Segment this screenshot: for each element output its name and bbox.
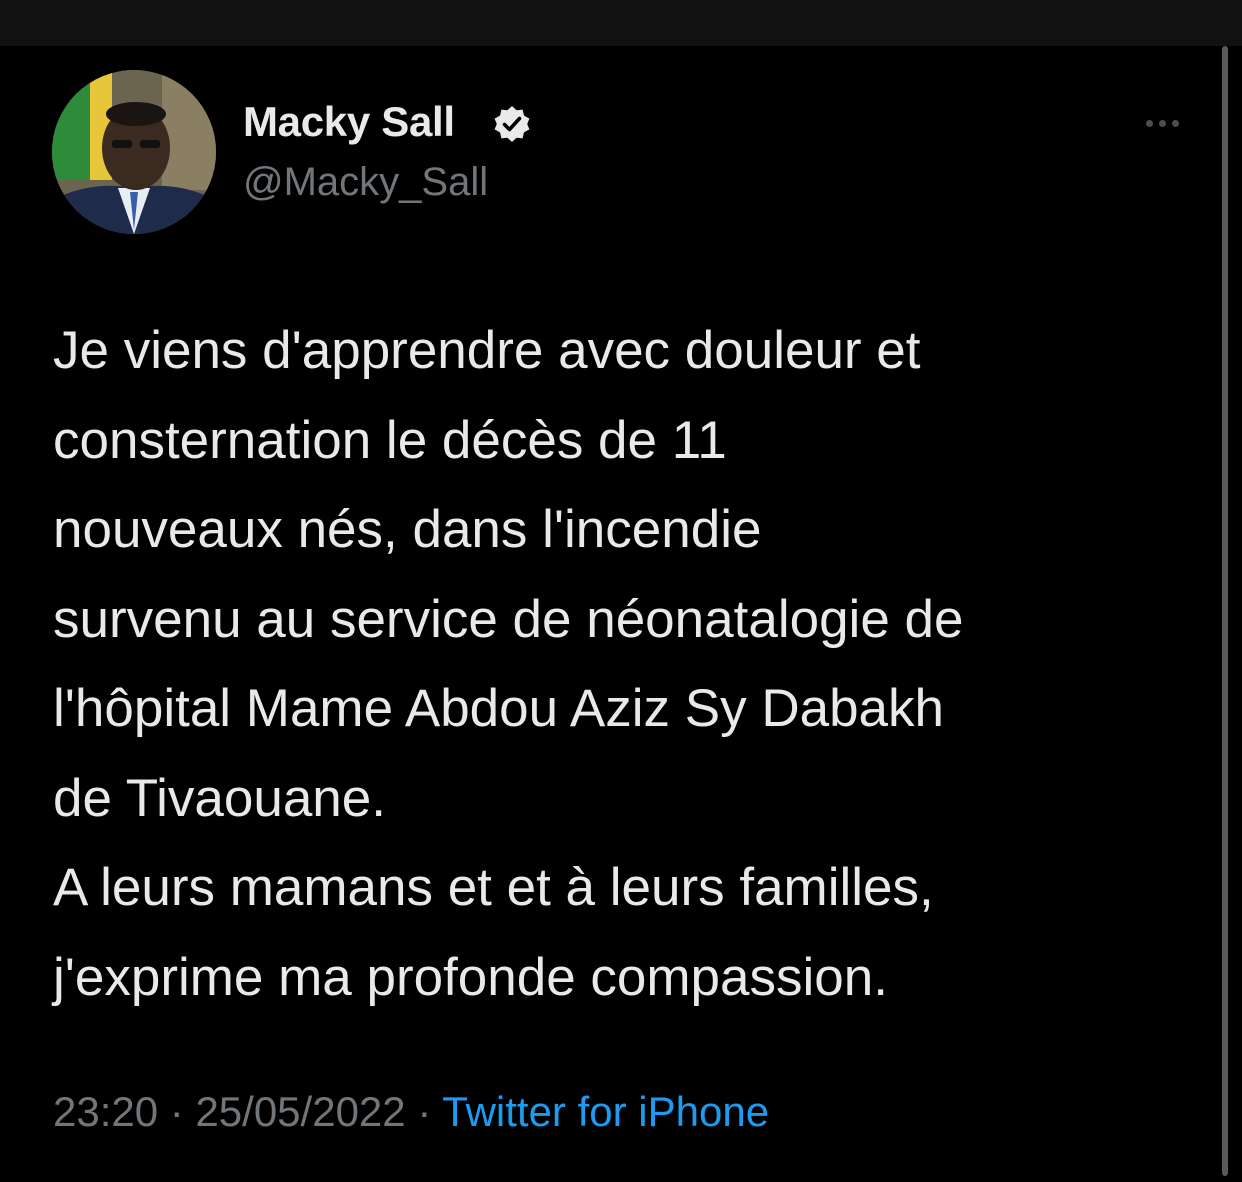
tweet-line: A leurs mamans et et à leurs familles,	[53, 858, 934, 917]
tweet-text: Je viens d'apprendre avec douleur et con…	[53, 306, 1203, 1022]
tweet-line: Je viens d'apprendre avec douleur et	[53, 321, 921, 380]
more-horizontal-icon	[1145, 119, 1153, 127]
scrollbar[interactable]	[1222, 46, 1228, 1176]
meta-separator: ·	[405, 1088, 443, 1135]
meta-separator: ·	[158, 1088, 196, 1135]
more-dot	[1171, 119, 1179, 127]
top-bar	[0, 0, 1242, 46]
verified-badge-icon	[494, 106, 530, 142]
tweet-source-link[interactable]: Twitter for iPhone	[442, 1088, 769, 1135]
tweet-time[interactable]: 23:20	[53, 1088, 158, 1135]
tweet-line: l'hôpital Mame Abdou Aziz Sy Dabakh	[53, 679, 945, 738]
avatar[interactable]	[52, 70, 216, 234]
tweet-line: consternation le décès de 11	[53, 410, 727, 470]
tweet-line: survenu au service de néonatalogie de	[53, 589, 964, 649]
user-handle[interactable]: @Macky_Sall	[243, 160, 488, 205]
tweet-date[interactable]: 25/05/2022	[195, 1088, 405, 1135]
display-name[interactable]: Macky Sall	[243, 98, 455, 146]
avatar-photo	[52, 70, 216, 234]
tweet-line: de Tivaouane.	[53, 768, 386, 828]
tweet-meta: 23:20 · 25/05/2022 · Twitter for iPhone	[53, 1088, 769, 1136]
more-dot	[1158, 119, 1166, 127]
more-options-button[interactable]	[1134, 108, 1190, 138]
tweet-line: j'exprime ma profonde compassion.	[53, 947, 888, 1007]
tweet-line: nouveaux nés, dans l'incendie	[53, 500, 762, 559]
